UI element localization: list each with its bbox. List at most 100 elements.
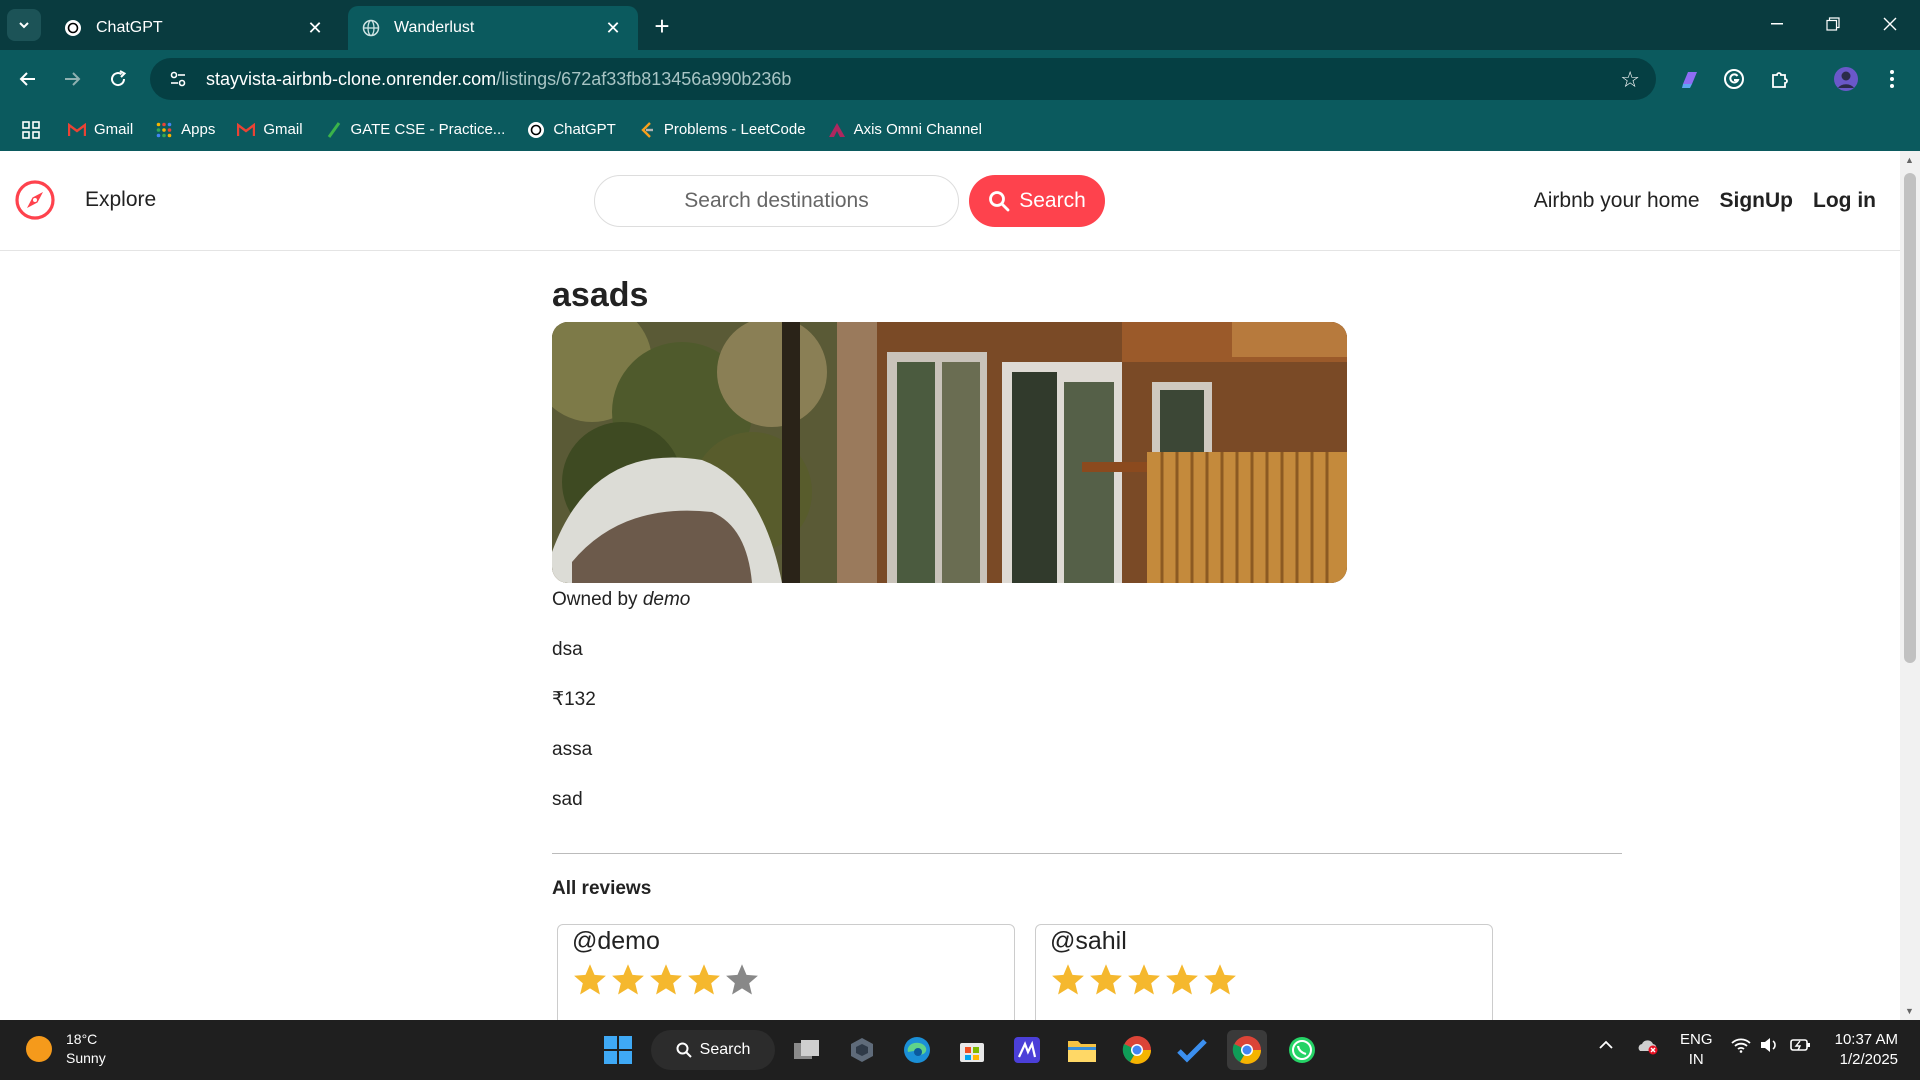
taskbar-search-label: Search	[699, 1041, 751, 1058]
address-bar[interactable]: stayvista-airbnb-clone.onrender.com/list…	[150, 58, 1656, 100]
url-text: stayvista-airbnb-clone.onrender.com/list…	[206, 69, 791, 90]
new-tab-button[interactable]: +	[648, 11, 676, 41]
review-author: @sahil	[1050, 927, 1127, 955]
grammarly-icon[interactable]	[1718, 63, 1750, 95]
extension-copilot-icon[interactable]	[1674, 63, 1706, 95]
whatsapp-icon[interactable]	[1282, 1030, 1322, 1070]
star-icon	[1166, 964, 1198, 995]
bookmark-label: GATE CSE - Practice...	[350, 121, 506, 138]
bookmark-gmail[interactable]: Gmail	[68, 121, 133, 139]
star-icon	[1052, 964, 1084, 995]
bookmark-label: ChatGPT	[553, 121, 616, 138]
scroll-up-arrow-icon[interactable]: ▲	[1905, 155, 1914, 165]
minimize-icon[interactable]	[1753, 8, 1801, 40]
language-indicator[interactable]: ENG IN	[1680, 1030, 1713, 1070]
search-icon	[989, 191, 1010, 212]
back-arrow-icon[interactable]	[12, 63, 44, 95]
onedrive-error-icon[interactable]	[1636, 1037, 1660, 1059]
edge-browser-icon[interactable]	[897, 1030, 937, 1070]
browser-toolbar: stayvista-airbnb-clone.onrender.com/list…	[0, 50, 1920, 108]
scroll-down-arrow-icon[interactable]: ▼	[1905, 1006, 1914, 1016]
region-code: IN	[1688, 1051, 1704, 1068]
airbnb-your-home-link[interactable]: Airbnb your home	[1534, 189, 1700, 213]
sun-icon	[26, 1036, 52, 1062]
restore-icon[interactable]	[1809, 8, 1857, 40]
search-button[interactable]: Search	[969, 175, 1105, 227]
tab-label: Wanderlust	[394, 19, 475, 36]
chrome-active-icon[interactable]	[1227, 1030, 1267, 1070]
menu-kebab-icon[interactable]	[1876, 63, 1908, 95]
page-scrollbar[interactable]: ▲ ▼	[1900, 151, 1920, 1020]
weather-widget[interactable]: 18°C Sunny	[26, 1030, 106, 1068]
tab-strip: ChatGPT ✕ Wanderlust ✕ +	[0, 0, 1920, 50]
chatgpt-icon	[64, 19, 82, 37]
listing-content: asads Owned by demo dsa ₹132 assa sad Al…	[552, 273, 1622, 1020]
listing-description: dsa	[552, 639, 583, 660]
clock-time: 10:37 AM	[1834, 1031, 1898, 1048]
explore-link[interactable]: Explore	[85, 188, 156, 212]
listing-title: asads	[552, 276, 649, 314]
todo-check-icon[interactable]	[1172, 1030, 1212, 1070]
review-card: @sahil	[1035, 924, 1493, 1020]
search-destinations-input[interactable]	[594, 175, 959, 227]
wifi-icon[interactable]	[1731, 1037, 1751, 1057]
owner-prefix: Owned by	[552, 589, 638, 610]
review-card: @demo	[557, 924, 1015, 1020]
reload-icon[interactable]	[102, 63, 134, 95]
task-view-icon[interactable]	[787, 1030, 827, 1070]
forward-arrow-icon[interactable]	[56, 63, 88, 95]
web-page: Explore Search Airbnb your home SignUp L…	[0, 151, 1900, 1020]
site-navbar: Explore Search Airbnb your home SignUp L…	[0, 151, 1900, 251]
taskbar-search[interactable]: Search	[651, 1030, 775, 1070]
listing-image	[552, 322, 1347, 583]
leetcode-icon	[638, 121, 656, 139]
login-link[interactable]: Log in	[1813, 189, 1876, 213]
apps-grid-icon[interactable]	[22, 120, 40, 139]
tab-wanderlust[interactable]: Wanderlust ✕	[348, 6, 638, 50]
bookmark-label: Axis Omni Channel	[853, 121, 982, 138]
extensions-puzzle-icon[interactable]	[1764, 63, 1796, 95]
review-author: @demo	[572, 927, 660, 955]
temperature: 18°C	[66, 1031, 98, 1047]
bookmark-label: Apps	[181, 121, 216, 138]
windows-start-icon[interactable]	[598, 1030, 638, 1070]
volume-icon[interactable]	[1759, 1037, 1779, 1057]
battery-charging-icon[interactable]	[1790, 1037, 1812, 1057]
file-explorer-icon[interactable]	[1062, 1030, 1102, 1070]
close-tab-icon[interactable]: ✕	[304, 17, 326, 39]
show-hidden-icons-chevron-icon[interactable]	[1598, 1037, 1614, 1057]
bookmark-gate-cse[interactable]: GATE CSE - Practice...	[325, 121, 506, 139]
bookmark-gmail[interactable]: Gmail	[237, 121, 303, 139]
windows-taskbar: 18°C Sunny Search ENG IN 10:37 AM 1/2/20…	[0, 1020, 1920, 1080]
star-rating	[572, 962, 1000, 998]
compass-logo-icon[interactable]	[14, 179, 56, 221]
clock-date: 1/2/2025	[1839, 1051, 1898, 1068]
profile-avatar-icon[interactable]	[1830, 63, 1862, 95]
star-icon	[1128, 964, 1160, 995]
bookmark-leetcode[interactable]: Problems - LeetCode	[638, 121, 806, 139]
signup-link[interactable]: SignUp	[1720, 189, 1794, 213]
site-info-icon[interactable]	[164, 70, 192, 88]
bookmark-star-icon[interactable]: ☆	[1620, 67, 1640, 93]
star-icon	[650, 964, 682, 995]
search-button-label: Search	[1019, 189, 1086, 212]
scroll-thumb[interactable]	[1904, 173, 1916, 663]
tab-chatgpt[interactable]: ChatGPT ✕	[50, 6, 340, 50]
microsoft-store-icon[interactable]	[952, 1030, 992, 1070]
tab-search-button[interactable]	[7, 9, 41, 41]
bookmark-apps[interactable]: Apps	[155, 121, 215, 139]
close-tab-icon[interactable]: ✕	[602, 17, 624, 39]
app-cube-icon[interactable]	[842, 1030, 882, 1070]
bookmark-chatgpt[interactable]: ChatGPT	[527, 121, 616, 139]
gmail-icon	[68, 121, 86, 139]
globe-icon	[362, 19, 380, 37]
chrome-icon[interactable]	[1117, 1030, 1157, 1070]
tab-label: ChatGPT	[96, 19, 163, 36]
system-clock[interactable]: 10:37 AM 1/2/2025	[1835, 1030, 1898, 1070]
listing-price: ₹132	[552, 689, 596, 710]
section-divider	[552, 853, 1622, 854]
bookmark-axis[interactable]: Axis Omni Channel	[828, 121, 982, 139]
url-path: /listings/672af33fb813456a990b236b	[496, 68, 792, 89]
close-window-icon[interactable]	[1866, 8, 1914, 40]
editor-app-icon[interactable]	[1007, 1030, 1047, 1070]
